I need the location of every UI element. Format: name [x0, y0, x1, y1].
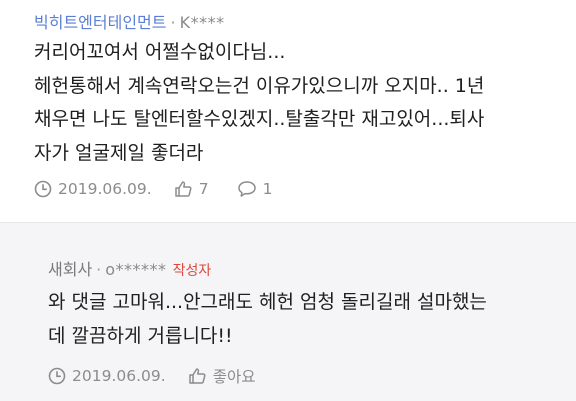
author-name: K****	[179, 13, 225, 32]
comment-header: 빅히트엔터테인먼트 · K****	[34, 9, 225, 33]
comment-body: 와 댓글 고마워...안그래도 헤헌 엄청 돌리길래 설마했는 데 깔끔하게 거…	[48, 286, 552, 353]
comment-line: 커리어꼬여서 어쩔수없이다님...	[34, 41, 286, 63]
comment-meta: 2019.06.09. 좋아요	[48, 365, 255, 387]
comment-line: 데 깔끔하게 거릅니다!!	[48, 324, 233, 347]
author-name: o******	[105, 260, 167, 279]
reply-button[interactable]: 1	[237, 180, 273, 198]
comment: 빅히트엔터테인먼트 · K**** 커리어꼬여서 어쩔수없이다님... 헤헌통해서 …	[0, 0, 576, 222]
comment-line: 헤헌통해서 계속연락오는건 이유가있으니까 오지마.. 1년	[34, 74, 485, 97]
clock-icon	[48, 367, 66, 385]
date: 2019.06.09.	[34, 180, 152, 198]
company-link[interactable]: 빅히트엔터테인먼트	[34, 13, 166, 32]
date-text: 2019.06.09.	[72, 367, 166, 385]
like-button[interactable]: 7	[174, 180, 209, 198]
company-name[interactable]: 새회사	[48, 260, 92, 279]
separator: ·	[170, 13, 176, 32]
thumbs-up-icon	[188, 367, 207, 385]
comment-body: 커리어꼬여서 어쩔수없이다님... 헤헌통해서 계속연락오는건 이유가있으니까 …	[34, 36, 552, 170]
comment-line: 와 댓글 고마워...안그래도 헤헌 엄청 돌리길래 설마했는	[48, 291, 487, 313]
like-button[interactable]: 좋아요	[188, 365, 256, 387]
date: 2019.06.09.	[48, 367, 166, 385]
separator: ·	[96, 260, 102, 279]
reply-count: 1	[262, 180, 273, 198]
like-label: 좋아요	[212, 368, 256, 386]
comment-header: 새회사 · o****** 작성자	[48, 256, 211, 280]
speech-bubble-icon	[237, 180, 257, 198]
comment-line: 자가 얼굴제일 좋더라	[34, 141, 204, 164]
author-badge: 작성자	[172, 263, 212, 279]
comment-meta: 2019.06.09. 7 1	[34, 180, 272, 198]
comment-line: 채우면 나도 탈엔터할수있겠지..탈출각만 재고있어...퇴사	[34, 108, 485, 130]
reply-comment: 새회사 · o****** 작성자 와 댓글 고마워...안그래도 헤헌 엄청 돌리길…	[0, 222, 576, 401]
thumbs-up-icon	[174, 180, 193, 198]
like-count: 7	[198, 180, 209, 198]
date-text: 2019.06.09.	[58, 180, 152, 198]
clock-icon	[34, 180, 52, 198]
